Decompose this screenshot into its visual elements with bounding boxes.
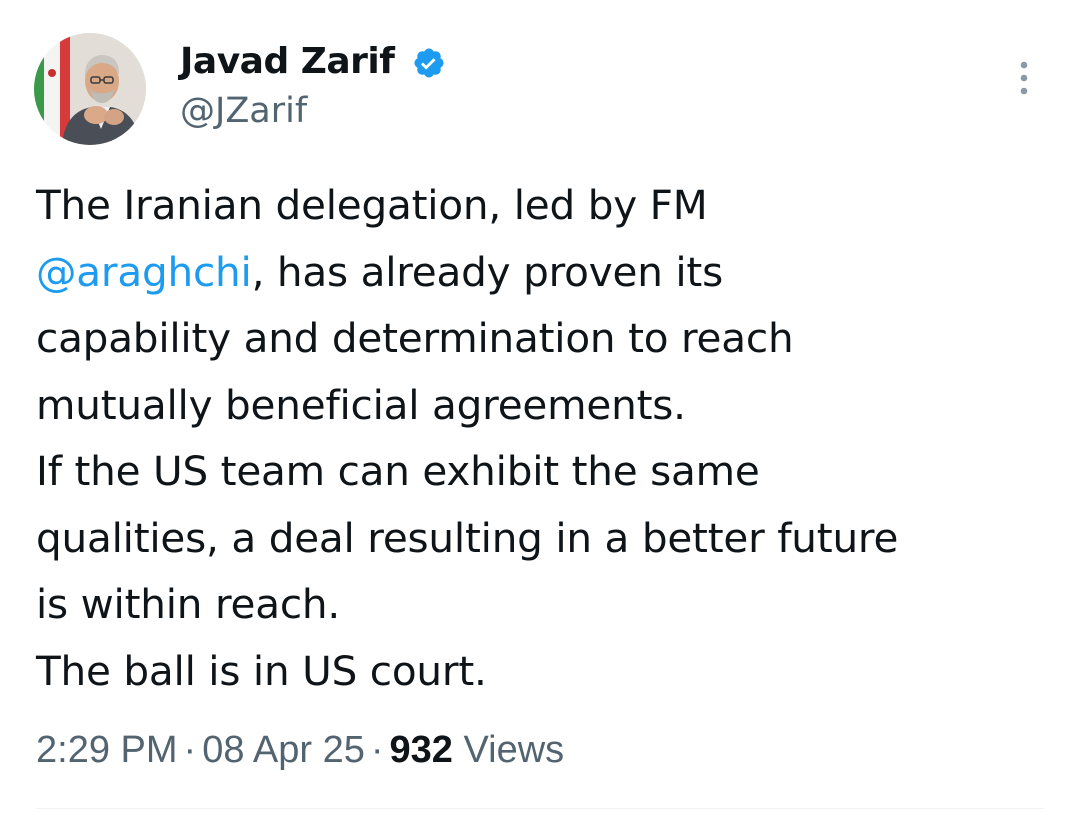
tweet-line: The Iranian delegation, led by FM xyxy=(36,181,708,229)
meta-separator: · xyxy=(370,729,384,771)
tweet-date[interactable]: 08 Apr 25 xyxy=(202,729,365,771)
tweet-line: mutually beneficial agreements. xyxy=(36,380,686,429)
views-label[interactable]: Views xyxy=(464,729,565,771)
author-handle[interactable]: @JZarif xyxy=(180,88,307,134)
tweet-text: The Iranian delegation, led by FM @aragh… xyxy=(36,172,1056,704)
mention-link[interactable]: @araghchi xyxy=(36,248,252,296)
author-display-name[interactable]: Javad Zarif xyxy=(180,38,395,86)
more-vertical-icon[interactable] xyxy=(1004,56,1044,100)
verified-badge-icon xyxy=(414,48,444,78)
tweet-card: Javad Zarif @JZarif The Iranian delegati… xyxy=(0,0,1080,825)
tweet-meta: 2:29 PM · 08 Apr 25 · 932 Views xyxy=(36,724,564,776)
tweet-line: The ball is in US court. xyxy=(36,646,487,695)
divider xyxy=(36,808,1044,809)
tweet-line: qualities, a deal resulting in a better … xyxy=(36,513,899,562)
views-count[interactable]: 932 xyxy=(390,729,453,771)
avatar[interactable] xyxy=(34,33,146,145)
tweet-line: @araghchi, has already proven its xyxy=(36,239,1056,306)
tweet-line: If the US team can exhibit the same xyxy=(36,447,760,495)
avatar-image xyxy=(34,33,146,145)
tweet-line: is within reach. xyxy=(36,580,341,628)
meta-separator: · xyxy=(183,729,197,771)
tweet-line-text: , has already proven its xyxy=(251,247,724,296)
tweet-line: capability and determination to reach xyxy=(36,314,794,362)
tweet-time[interactable]: 2:29 PM xyxy=(36,729,178,771)
